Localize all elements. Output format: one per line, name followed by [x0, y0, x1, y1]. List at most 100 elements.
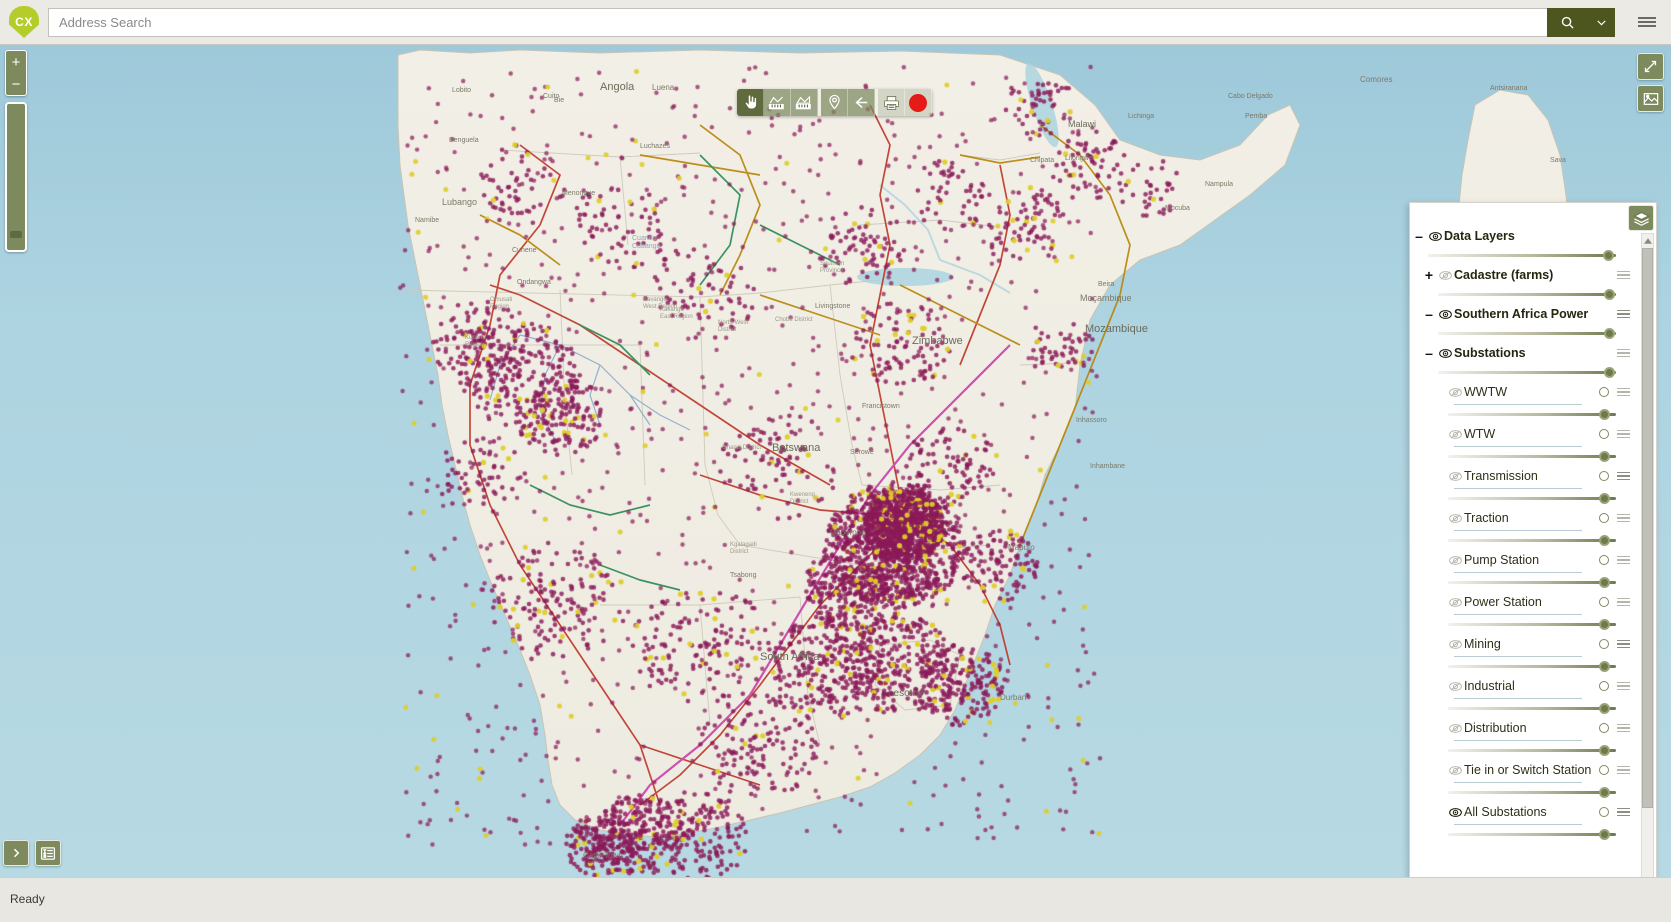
layer-opacity-slider[interactable]: [1410, 490, 1636, 507]
layer-visibility-toggle[interactable]: [1436, 348, 1454, 359]
slider-track[interactable]: [1448, 745, 1616, 756]
layer-opacity-slider[interactable]: [1410, 532, 1636, 549]
layer-select-radio[interactable]: [1599, 597, 1609, 607]
layer-opacity-slider[interactable]: [1410, 826, 1636, 843]
layers-panel-scrollbar[interactable]: [1641, 233, 1654, 877]
basemap-button[interactable]: [1637, 85, 1664, 112]
layer-menu-button[interactable]: [1617, 596, 1630, 609]
slider-track[interactable]: [1448, 661, 1616, 672]
slider-track[interactable]: [1448, 451, 1616, 462]
layer-row[interactable]: Mining: [1410, 633, 1636, 655]
layer-menu-button[interactable]: [1617, 554, 1630, 567]
layer-visibility-toggle[interactable]: [1446, 639, 1464, 650]
layer-select-radio[interactable]: [1599, 765, 1609, 775]
layer-row[interactable]: Transmission: [1410, 465, 1636, 487]
measure-area-tool-button[interactable]: [791, 89, 818, 116]
layer-opacity-slider[interactable]: [1410, 364, 1636, 381]
slider-knob[interactable]: [1599, 535, 1611, 546]
layer-row[interactable]: WTW: [1410, 423, 1636, 445]
map-canvas[interactable]: Angola Luena Cuito Lobito Benguela Bie Luchaze…: [0, 45, 1671, 877]
layer-visibility-toggle[interactable]: [1446, 681, 1464, 692]
scrollbar-thumb[interactable]: [1642, 248, 1653, 808]
slider-track[interactable]: [1448, 787, 1616, 798]
layer-visibility-toggle[interactable]: [1446, 387, 1464, 398]
layer-select-radio[interactable]: [1599, 429, 1609, 439]
layer-row[interactable]: Power Station: [1410, 591, 1636, 613]
layer-visibility-toggle[interactable]: [1446, 429, 1464, 440]
collapse-minus-icon[interactable]: –: [1422, 306, 1436, 322]
layer-row[interactable]: Distribution: [1410, 717, 1636, 739]
app-logo[interactable]: CX: [0, 0, 48, 45]
layer-menu-button[interactable]: [1617, 386, 1630, 399]
panel-expand-button[interactable]: [3, 840, 29, 866]
layer-opacity-slider[interactable]: [1410, 742, 1636, 759]
layers-list[interactable]: – Data Layers + Cadastre (farms) – Southern A…: [1410, 203, 1636, 877]
zoom-slider-handle[interactable]: [10, 231, 22, 238]
layer-menu-button[interactable]: [1617, 470, 1630, 483]
layer-row[interactable]: + Cadastre (farms): [1410, 264, 1636, 286]
slider-knob[interactable]: [1599, 619, 1611, 630]
layer-row[interactable]: WWTW: [1410, 381, 1636, 403]
layer-visibility-toggle[interactable]: [1446, 555, 1464, 566]
layer-select-radio[interactable]: [1599, 471, 1609, 481]
place-marker-tool-button[interactable]: [821, 89, 848, 116]
slider-knob[interactable]: [1599, 493, 1611, 504]
layer-select-radio[interactable]: [1599, 639, 1609, 649]
layer-visibility-toggle[interactable]: [1446, 513, 1464, 524]
layer-row[interactable]: – Substations: [1410, 342, 1636, 364]
layer-menu-button[interactable]: [1617, 269, 1630, 282]
expand-plus-icon[interactable]: +: [1422, 267, 1436, 283]
slider-track[interactable]: [1438, 367, 1616, 378]
slider-track[interactable]: [1448, 409, 1616, 420]
slider-track[interactable]: [1448, 619, 1616, 630]
zoom-level-slider[interactable]: [5, 102, 27, 252]
slider-track[interactable]: [1448, 535, 1616, 546]
layer-select-radio[interactable]: [1599, 807, 1609, 817]
slider-track[interactable]: [1448, 493, 1616, 504]
layer-visibility-toggle[interactable]: [1446, 807, 1464, 818]
layer-opacity-slider[interactable]: [1410, 286, 1636, 303]
layers-panel-toggle-button[interactable]: [1628, 205, 1654, 231]
layer-select-radio[interactable]: [1599, 555, 1609, 565]
measure-distance-tool-button[interactable]: [764, 89, 791, 116]
layer-menu-button[interactable]: [1617, 722, 1630, 735]
layer-opacity-slider[interactable]: [1410, 406, 1636, 423]
search-input[interactable]: [48, 7, 1547, 37]
record-tool-button[interactable]: [905, 89, 932, 116]
layer-visibility-toggle[interactable]: [1446, 597, 1464, 608]
layer-visibility-toggle[interactable]: [1446, 765, 1464, 776]
layer-menu-button[interactable]: [1617, 680, 1630, 693]
layer-visibility-toggle[interactable]: [1436, 309, 1454, 320]
layer-opacity-slider[interactable]: [1410, 616, 1636, 633]
slider-track[interactable]: [1448, 829, 1616, 840]
slider-track[interactable]: [1438, 289, 1616, 300]
slider-track[interactable]: [1448, 577, 1616, 588]
layer-menu-button[interactable]: [1617, 806, 1630, 819]
scroll-up-button[interactable]: [1642, 234, 1653, 247]
slider-knob[interactable]: [1599, 409, 1611, 420]
pan-hand-tool-button[interactable]: [737, 89, 764, 116]
back-tool-button[interactable]: [848, 89, 875, 116]
layer-visibility-toggle[interactable]: [1436, 270, 1454, 281]
slider-knob[interactable]: [1599, 787, 1611, 798]
layer-row[interactable]: All Substations: [1410, 801, 1636, 823]
slider-knob[interactable]: [1599, 829, 1611, 840]
slider-knob[interactable]: [1599, 661, 1611, 672]
layer-menu-button[interactable]: [1617, 428, 1630, 441]
layer-select-radio[interactable]: [1599, 723, 1609, 733]
layer-opacity-slider[interactable]: [1410, 574, 1636, 591]
layer-row[interactable]: – Southern Africa Power: [1410, 303, 1636, 325]
layer-opacity-slider[interactable]: [1410, 325, 1636, 342]
slider-track[interactable]: [1448, 703, 1616, 714]
slider-knob[interactable]: [1599, 745, 1611, 756]
layer-visibility-toggle[interactable]: [1446, 723, 1464, 734]
layer-opacity-slider[interactable]: [1410, 784, 1636, 801]
layer-menu-button[interactable]: [1617, 347, 1630, 360]
layer-row[interactable]: Tie in or Switch Station: [1410, 759, 1636, 781]
slider-track[interactable]: [1438, 328, 1616, 339]
legend-button[interactable]: [35, 840, 61, 866]
slider-knob[interactable]: [1603, 328, 1615, 339]
slider-knob[interactable]: [1599, 703, 1611, 714]
layer-row[interactable]: Industrial: [1410, 675, 1636, 697]
collapse-minus-icon[interactable]: –: [1422, 345, 1436, 361]
